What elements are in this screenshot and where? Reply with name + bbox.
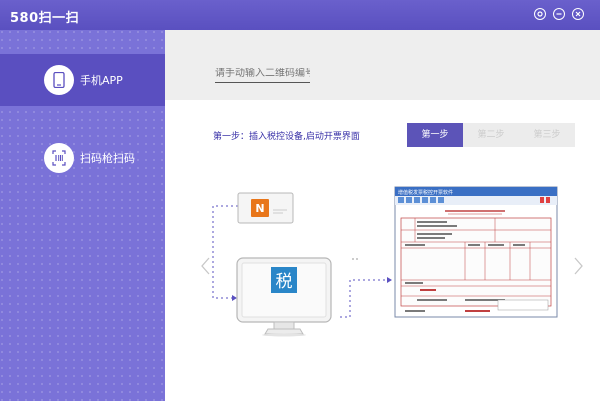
settings-icon[interactable] bbox=[534, 8, 546, 20]
tab-step-2[interactable]: 第二步 bbox=[463, 123, 519, 147]
chevron-right-icon bbox=[574, 257, 583, 275]
sidebar-item-label: 扫码枪扫码 bbox=[80, 152, 135, 165]
connector-monitor-to-window bbox=[340, 277, 392, 318]
phone-icon bbox=[44, 65, 74, 95]
carousel-next-button[interactable] bbox=[571, 256, 585, 276]
tab-step-3[interactable]: 第三步 bbox=[519, 123, 575, 147]
connector-device-to-monitor bbox=[212, 205, 238, 301]
tax-control-device: N bbox=[237, 192, 294, 224]
sidebar: 手机APP 扫码枪扫码 bbox=[0, 30, 165, 401]
main-panel: 第一步：插入税控设备,启动开票界面 第一步 第二步 第三步 N bbox=[165, 30, 600, 401]
close-icon[interactable] bbox=[572, 8, 584, 20]
step-tabs: 第一步 第二步 第三步 bbox=[407, 123, 575, 147]
qr-code-input[interactable] bbox=[215, 68, 310, 83]
title-bar: 580扫一扫 bbox=[0, 0, 600, 30]
tax-software-icon bbox=[271, 267, 297, 293]
invoice-window-title: 增值税发票税控开票软件 bbox=[398, 189, 453, 196]
barcode-scanner-icon bbox=[44, 143, 74, 173]
sidebar-item-phone-app[interactable]: 手机APP bbox=[0, 54, 165, 106]
carousel-prev-button[interactable] bbox=[199, 256, 213, 276]
step-description: 第一步：插入税控设备,启动开票界面 bbox=[213, 132, 360, 142]
code-input-band bbox=[165, 30, 600, 100]
sidebar-item-label: 手机APP bbox=[80, 74, 123, 87]
tab-step-1[interactable]: 第一步 bbox=[407, 123, 463, 147]
invoice-software-window: 增值税发票税控开票软件 bbox=[394, 186, 558, 318]
device-logo bbox=[251, 199, 269, 217]
monitor-glyph: 税 bbox=[276, 272, 293, 292]
chevron-left-icon bbox=[201, 257, 210, 275]
device-logo-text: N bbox=[255, 202, 264, 215]
computer-monitor: 税 bbox=[236, 257, 332, 337]
minimize-icon[interactable] bbox=[553, 8, 565, 20]
app-title: 580扫一扫 bbox=[10, 11, 80, 26]
sidebar-item-barcode-scanner[interactable]: 扫码枪扫码 bbox=[0, 132, 165, 184]
